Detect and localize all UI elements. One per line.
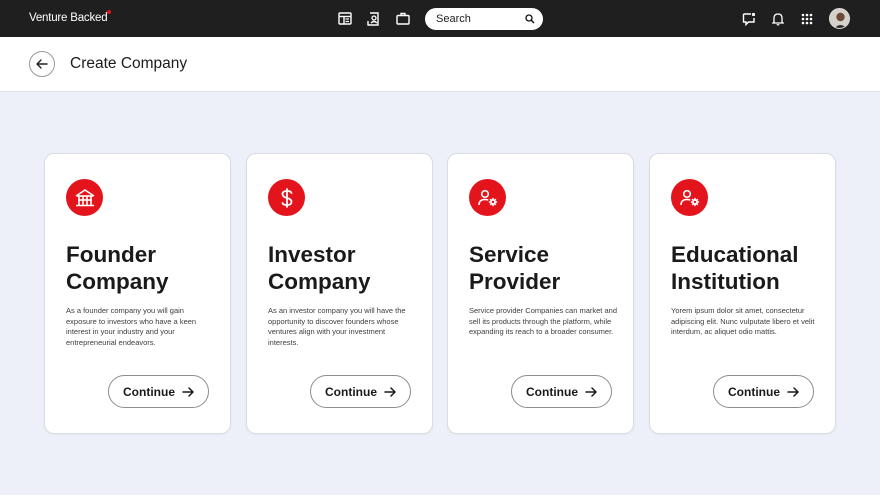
building-icon (66, 179, 103, 216)
card-title: Investor Company (268, 242, 371, 294)
continue-label: Continue (728, 384, 780, 399)
card-description: Service provider Companies can market an… (469, 306, 617, 336)
investor-company-card[interactable]: Investor Company As an investor company y… (246, 153, 433, 434)
card-description: As an investor company you will have the… (268, 306, 406, 347)
arrow-right-icon (787, 386, 799, 397)
continue-button[interactable]: Continue (511, 375, 612, 408)
top-navigation-bar: Venture Backed (0, 0, 880, 37)
briefcase-icon[interactable] (394, 10, 411, 27)
dollar-icon (268, 179, 305, 216)
arrow-right-icon (585, 386, 597, 397)
card-title: Service Provider (469, 242, 561, 294)
founder-company-card[interactable]: Founder Company As a founder company you … (44, 153, 231, 434)
continue-label: Continue (526, 384, 578, 399)
user-avatar[interactable] (829, 8, 850, 29)
brand-logo[interactable]: Venture Backed (29, 10, 112, 24)
dashboard-icon[interactable] (336, 10, 353, 27)
continue-button[interactable]: Continue (108, 375, 209, 408)
brand-name: Venture Backed (29, 12, 108, 24)
card-description: As a founder company you will gain expos… (66, 306, 197, 347)
card-title: Educational Institution (671, 242, 799, 294)
continue-label: Continue (123, 384, 175, 399)
search-bar[interactable] (425, 8, 543, 30)
bell-icon[interactable] (769, 10, 786, 27)
continue-label: Continue (325, 384, 377, 399)
card-title: Founder Company (66, 242, 169, 294)
continue-button[interactable]: Continue (713, 375, 814, 408)
logo-dot (107, 10, 112, 14)
user-gear-icon (469, 179, 506, 216)
arrow-right-icon (182, 386, 194, 397)
user-gear-icon (671, 179, 708, 216)
page-header: Create Company (0, 37, 880, 92)
contacts-icon[interactable] (365, 10, 382, 27)
back-button[interactable] (29, 51, 55, 77)
continue-button[interactable]: Continue (310, 375, 411, 408)
arrow-right-icon (384, 386, 396, 397)
apps-grid-icon[interactable] (798, 10, 815, 27)
message-icon[interactable] (740, 10, 757, 27)
card-description: Yorem ipsum dolor sit amet, consectetur … (671, 306, 815, 336)
page-title: Create Company (70, 55, 188, 72)
arrow-left-icon (36, 59, 48, 69)
search-icon[interactable] (525, 14, 535, 24)
service-provider-card[interactable]: Service Provider Service provider Compani… (447, 153, 634, 434)
educational-institution-card[interactable]: Educational Institution Yorem ipsum dolor… (649, 153, 836, 434)
search-input[interactable] (436, 13, 516, 25)
